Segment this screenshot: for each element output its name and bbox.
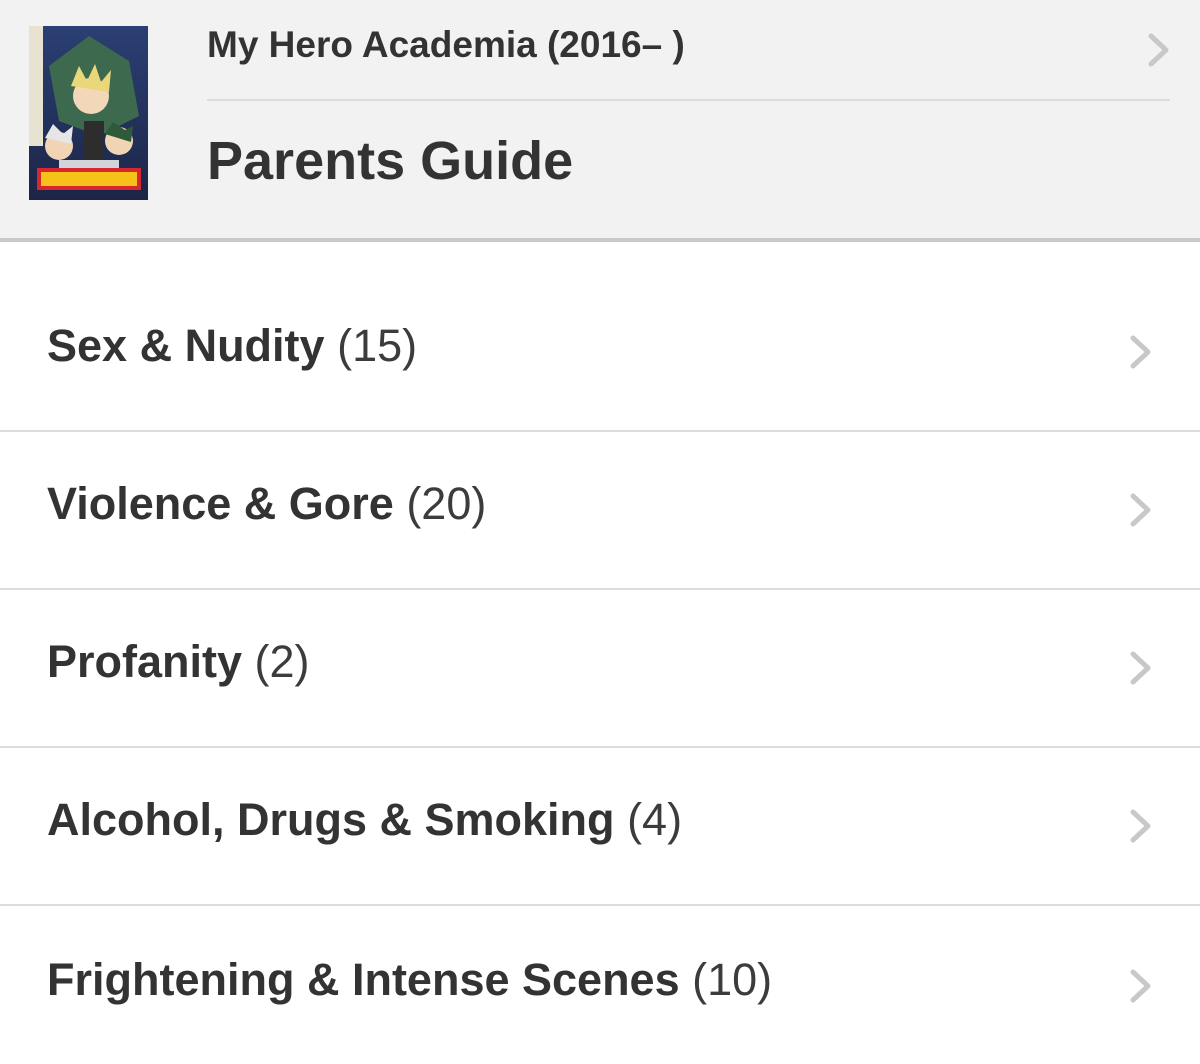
category-count: (15) (337, 320, 418, 371)
poster-image[interactable] (29, 26, 148, 200)
series-title: My Hero Academia (2016– ) (207, 24, 685, 65)
chevron-right-icon (1128, 808, 1154, 844)
category-item-violence-gore[interactable]: Violence & Gore (20) (0, 432, 1200, 590)
title-header: My Hero Academia (2016– ) Parents Guide (0, 0, 1200, 242)
category-label: Sex & Nudity (47, 320, 325, 371)
category-item-sex-nudity[interactable]: Sex & Nudity (15) (0, 242, 1200, 432)
category-item-frightening-intense[interactable]: Frightening & Intense Scenes (10) (0, 906, 1200, 1064)
chevron-right-icon (1128, 334, 1154, 370)
category-text: Profanity (2) (47, 636, 310, 688)
chevron-right-icon (1128, 650, 1154, 686)
category-count: (20) (406, 478, 487, 529)
category-item-alcohol-drugs-smoking[interactable]: Alcohol, Drugs & Smoking (4) (0, 748, 1200, 906)
category-count: (10) (692, 954, 773, 1005)
category-item-profanity[interactable]: Profanity (2) (0, 590, 1200, 748)
header-divider (207, 99, 1170, 101)
category-text: Violence & Gore (20) (47, 478, 486, 530)
category-list: Sex & Nudity (15) Violence & Gore (20) P… (0, 242, 1200, 1064)
category-label: Alcohol, Drugs & Smoking (47, 794, 615, 845)
category-label: Profanity (47, 636, 243, 687)
chevron-right-icon (1128, 968, 1154, 1004)
category-label: Violence & Gore (47, 478, 394, 529)
page-title: Parents Guide (207, 131, 574, 191)
category-text: Frightening & Intense Scenes (10) (47, 954, 772, 1006)
series-title-link[interactable]: My Hero Academia (2016– ) (207, 0, 1200, 100)
category-label: Frightening & Intense Scenes (47, 954, 680, 1005)
category-count: (4) (627, 794, 683, 845)
category-text: Alcohol, Drugs & Smoking (4) (47, 794, 682, 846)
category-count: (2) (254, 636, 310, 687)
chevron-right-icon (1146, 32, 1172, 68)
chevron-right-icon (1128, 492, 1154, 528)
category-text: Sex & Nudity (15) (47, 320, 417, 372)
